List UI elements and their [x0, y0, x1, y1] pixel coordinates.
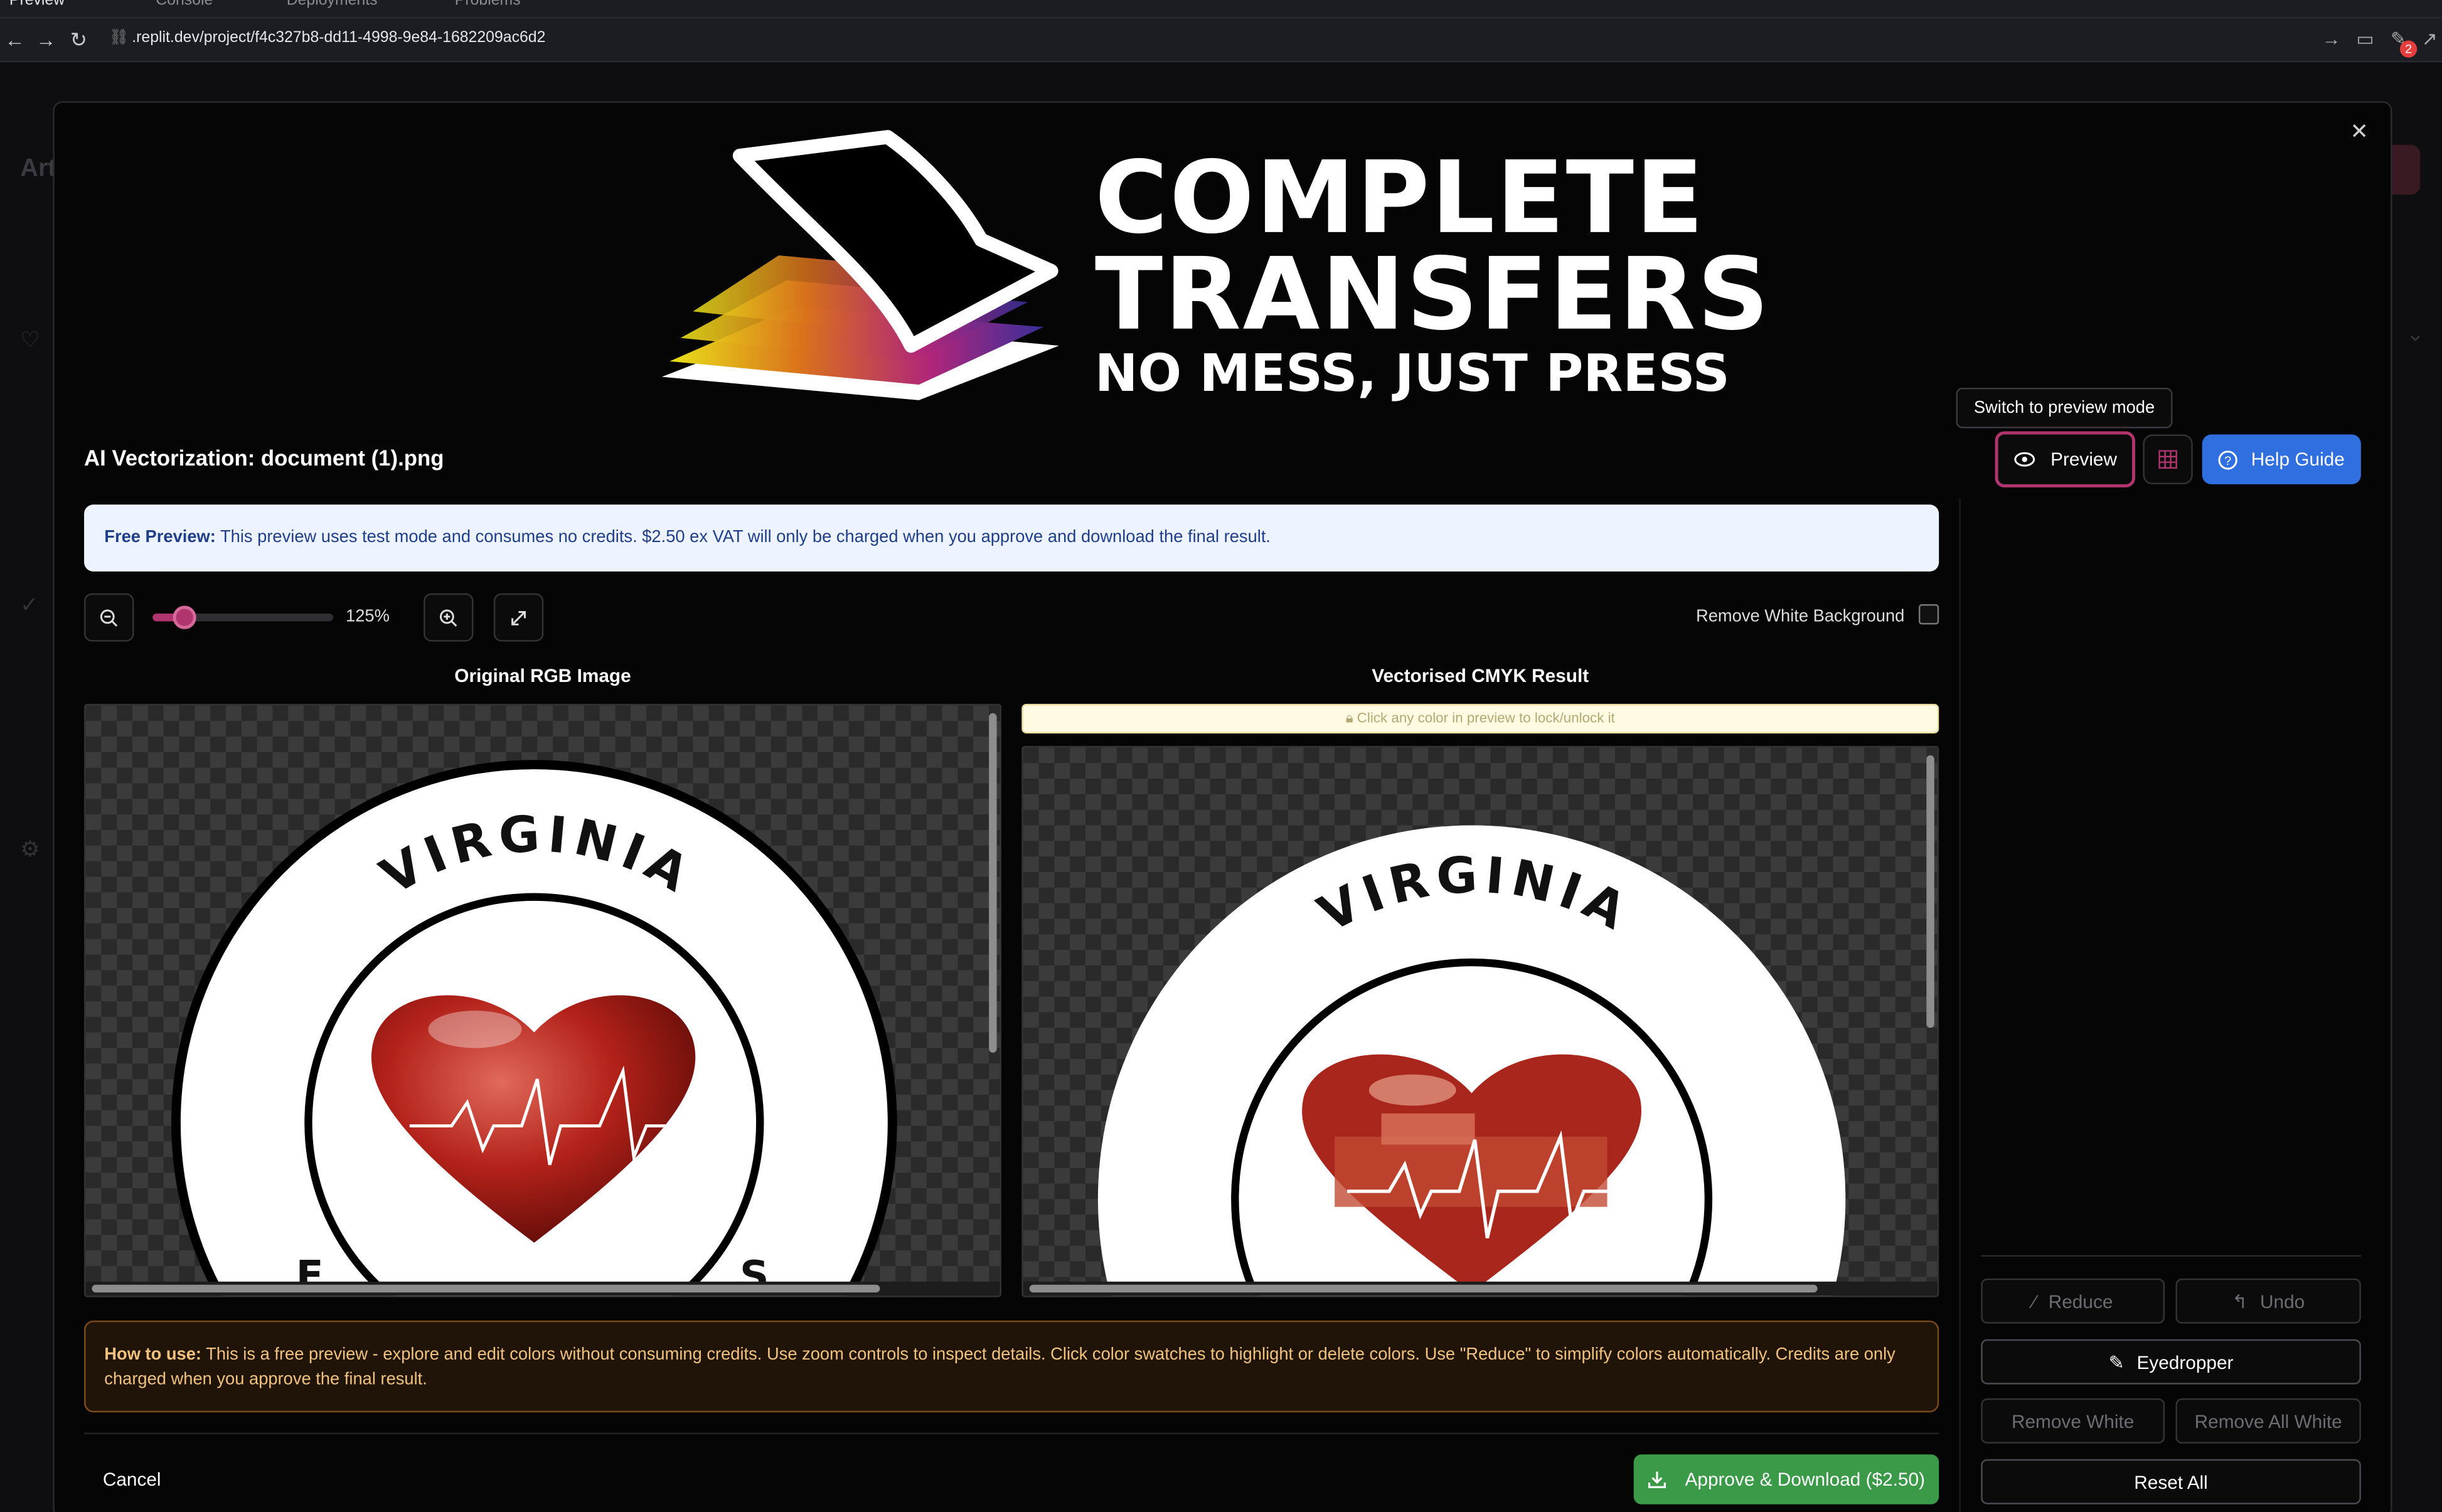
stacked-sheets-icon	[661, 130, 1059, 400]
zoom-value: 125%	[346, 607, 390, 626]
result-vertical-scrollbar[interactable]	[1926, 755, 1934, 1028]
sidebar-separator	[1959, 498, 1961, 1512]
lock-icon: 🔒︎	[1345, 710, 1357, 726]
tab-console[interactable]: Console	[156, 0, 213, 9]
devices-icon[interactable]: ▭	[2356, 28, 2374, 50]
preview-button[interactable]: Preview	[1995, 431, 2135, 487]
zoom-in-button[interactable]	[424, 593, 474, 642]
howto-strong: How to use:	[104, 1345, 202, 1365]
eyedropper-icon: ✎	[2108, 1351, 2125, 1373]
chevron-down-icon: ⌄	[2406, 321, 2424, 346]
eyedropper-button[interactable]: ✎ Eyedropper	[1981, 1339, 2361, 1385]
approve-download-button[interactable]: Approve & Download ($2.50)	[1633, 1454, 1939, 1504]
eye-icon	[2013, 452, 2035, 467]
undo-button[interactable]: ↰ Undo	[2175, 1278, 2361, 1324]
original-image-panel[interactable]: VIRGINIA F S	[84, 703, 1001, 1297]
reset-all-button[interactable]: Reset All	[1981, 1459, 2361, 1504]
result-emblem-image: VIRGINIA	[1098, 825, 1846, 1296]
notice-strong: Free Preview:	[104, 528, 216, 547]
lock-hint-text: Click any color in preview to lock/unloc…	[1357, 710, 1615, 726]
original-image-title: Original RGB Image	[454, 664, 631, 687]
check-circle-icon: ✓	[20, 592, 39, 617]
result-image-title: Vectorised CMYK Result	[1372, 664, 1589, 687]
logo-line-1: COMPLETE	[1094, 141, 1705, 257]
remove-white-label: Remove White	[2011, 1410, 2135, 1432]
reduce-label: Reduce	[2048, 1290, 2113, 1312]
remove-white-button[interactable]: Remove White	[1981, 1398, 2165, 1444]
external-link-icon[interactable]: ↗	[2422, 28, 2438, 50]
undo-label: Undo	[2259, 1290, 2305, 1312]
fullscreen-button[interactable]	[493, 593, 544, 642]
back-arrow-icon[interactable]: ←	[4, 28, 24, 51]
logo-line-2: TRANSFERS	[1094, 238, 1771, 354]
result-image-panel[interactable]: VIRGINIA	[1021, 745, 1939, 1297]
url-text: .replit.dev/project/f4c327b8-dd11-4998-9…	[132, 29, 546, 47]
help-circle-icon: ?	[2219, 450, 2238, 469]
sidebar-divider	[1981, 1255, 2361, 1257]
help-guide-label: Help Guide	[2251, 448, 2345, 471]
close-icon[interactable]: ✕	[2350, 119, 2368, 145]
tab-deployments[interactable]: Deployments	[287, 0, 378, 9]
brand-logo: COMPLETE TRANSFERS NO MESS, JUST PRESS	[646, 128, 1806, 408]
grid-icon	[2158, 450, 2177, 469]
zoom-out-button[interactable]	[84, 593, 134, 642]
notification-badge: 2	[2399, 40, 2418, 58]
gear-icon: ⚙	[20, 836, 40, 861]
result-horizontal-scrollbar[interactable]	[1029, 1284, 1818, 1293]
footer-divider	[84, 1432, 1939, 1435]
reset-all-label: Reset All	[2134, 1471, 2208, 1493]
dialog-title: AI Vectorization: document (1).png	[84, 445, 444, 471]
how-to-use-notice: How to use: This is a free preview - exp…	[84, 1320, 1939, 1413]
lock-color-hint: 🔒︎ Click any color in preview to lock/un…	[1021, 703, 1939, 734]
remove-all-white-button[interactable]: Remove All White	[2175, 1398, 2361, 1444]
original-horizontal-scrollbar[interactable]	[92, 1284, 880, 1293]
preview-tooltip: Switch to preview mode	[1956, 388, 2173, 429]
svg-text:?: ?	[2225, 454, 2232, 467]
reload-icon[interactable]: ↻	[70, 28, 87, 53]
eyedropper-label: Eyedropper	[2136, 1351, 2234, 1373]
download-icon	[1648, 1471, 1666, 1489]
original-vertical-scrollbar[interactable]	[989, 713, 997, 1053]
expand-icon	[511, 610, 526, 625]
heart-icon: ♡	[20, 327, 40, 352]
link-icon: ⛓	[109, 29, 129, 47]
original-emblem-image: VIRGINIA F S	[171, 760, 897, 1296]
magic-wand-icon: ⁄	[2032, 1290, 2036, 1312]
background-title: Art	[20, 156, 56, 183]
remove-all-white-label: Remove All White	[2194, 1410, 2342, 1432]
remove-white-background-label: Remove White Background	[1696, 607, 1905, 626]
logo-tagline: NO MESS, JUST PRESS	[1094, 343, 1730, 403]
tab-problems[interactable]: Problems	[455, 0, 521, 9]
browser-tab-bar: Preview Console Deployments Problems	[0, 0, 2442, 19]
zoom-in-icon	[439, 609, 457, 626]
url-field[interactable]: ⛓ .replit.dev/project/f4c327b8-dd11-4998-…	[109, 29, 546, 46]
undo-icon: ↰	[2232, 1290, 2248, 1312]
remove-white-background-checkbox[interactable]	[1918, 604, 1939, 625]
free-preview-notice: Free Preview: This preview uses test mod…	[84, 504, 1939, 572]
preview-button-label: Preview	[2050, 448, 2118, 471]
help-guide-button[interactable]: ? Help Guide	[2202, 434, 2361, 484]
cancel-button[interactable]: Cancel	[103, 1469, 161, 1491]
tab-preview[interactable]: Preview	[9, 0, 65, 9]
zoom-out-icon	[100, 609, 118, 626]
forward-arrow-icon[interactable]: →	[36, 28, 56, 51]
howto-text: This is a free preview - explore and edi…	[104, 1345, 1895, 1390]
reduce-button[interactable]: ⁄ Reduce	[1981, 1278, 2165, 1324]
notice-text: This preview uses test mode and consumes…	[215, 528, 1271, 547]
address-bar: ← → ↻ ⛓ .replit.dev/project/f4c327b8-dd11…	[0, 18, 2442, 63]
grid-view-button[interactable]	[2143, 434, 2193, 484]
open-arrow-icon[interactable]: →	[2322, 28, 2341, 50]
zoom-slider[interactable]	[152, 605, 334, 629]
approve-download-label: Approve & Download ($2.50)	[1685, 1468, 1925, 1491]
